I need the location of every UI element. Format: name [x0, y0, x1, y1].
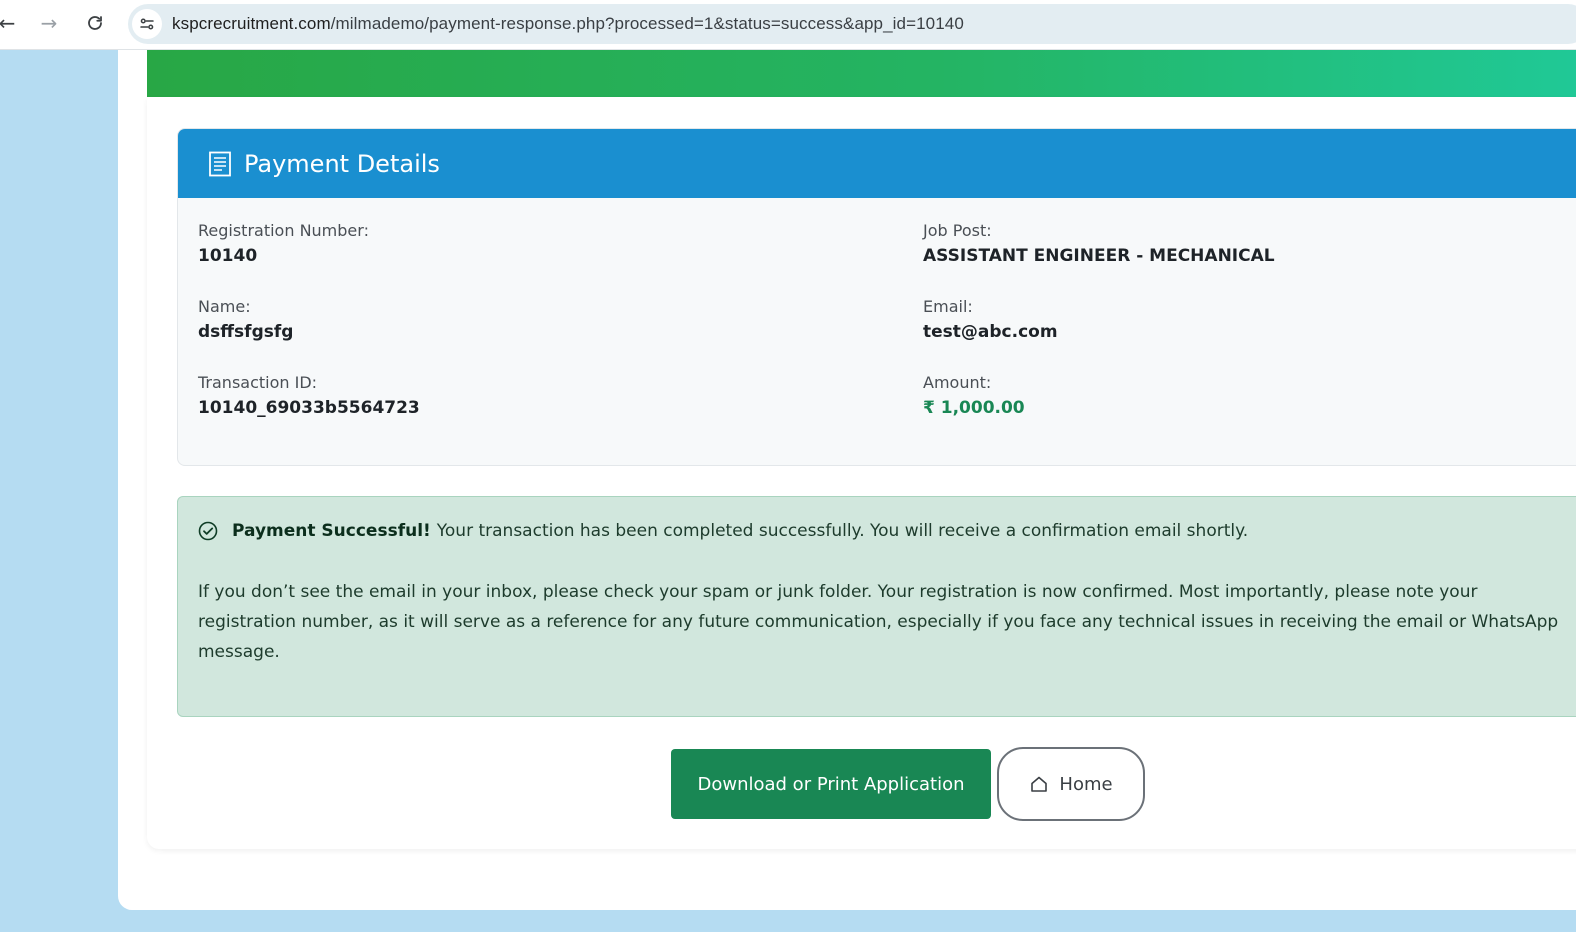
job-post-label: Job Post: — [923, 221, 992, 240]
url-path: /milmademo/payment-response.php?processe… — [330, 14, 964, 33]
address-bar[interactable]: kspcrecruitment.com/milmademo/payment-re… — [128, 4, 1576, 44]
amount-field: Amount: ₹ 1,000.00 — [923, 373, 1025, 418]
registration-number-label: Registration Number: — [198, 221, 369, 240]
alert-message: Your transaction has been completed succ… — [436, 521, 1249, 541]
browser-toolbar: ← → kspcrecruitment.com/milmademo/paymen… — [0, 0, 1576, 50]
job-post-field: Job Post: ASSISTANT ENGINEER - MECHANICA… — [923, 221, 1275, 266]
name-value: dsffsfgsfg — [198, 322, 294, 342]
transaction-id-value: 10140_69033b5564723 — [198, 398, 420, 418]
url-host: kspcrecruitment.com — [172, 14, 331, 33]
home-icon — [1031, 776, 1048, 792]
alert-summary: Payment Successful! Your transaction has… — [198, 521, 1248, 541]
payment-success-alert: Payment Successful! Your transaction has… — [177, 496, 1576, 717]
reload-icon-svg — [88, 16, 102, 30]
back-arrow-icon[interactable]: ← — [0, 8, 22, 38]
amount-value: ₹ 1,000.00 — [923, 398, 1025, 418]
registration-number-value: 10140 — [198, 246, 258, 266]
home-button-label: Home — [1059, 773, 1113, 795]
reload-icon[interactable] — [80, 8, 110, 38]
forward-arrow-icon[interactable]: → — [34, 8, 64, 38]
name-label: Name: — [198, 297, 251, 316]
transaction-id-field: Transaction ID: 10140_69033b5564723 — [198, 373, 420, 418]
transaction-id-label: Transaction ID: — [198, 373, 318, 392]
url-text[interactable]: kspcrecruitment.com/milmademo/payment-re… — [172, 14, 964, 34]
download-print-button[interactable]: Download or Print Application — [671, 749, 991, 819]
site-info-icon[interactable] — [132, 9, 162, 39]
job-post-value: ASSISTANT ENGINEER - MECHANICAL — [923, 246, 1275, 266]
registration-number-field: Registration Number: 10140 — [198, 221, 369, 266]
receipt-icon — [209, 151, 231, 176]
amount-label: Amount: — [923, 373, 992, 392]
payment-details-header: Payment Details — [178, 129, 1576, 198]
email-field: Email: test@abc.com — [923, 297, 1058, 342]
name-field: Name: dsffsfgsfg — [198, 297, 293, 342]
hero-banner — [147, 50, 1576, 97]
home-button[interactable]: Home — [997, 747, 1145, 821]
email-label: Email: — [923, 297, 973, 316]
payment-details-title: Payment Details — [244, 149, 440, 178]
alert-heading: Payment Successful! — [232, 521, 431, 541]
alert-paragraph: If you don’t see the email in your inbox… — [198, 582, 1559, 662]
payment-details-panel: Payment Details Registration Number: 101… — [177, 128, 1576, 466]
check-circle-icon — [198, 521, 218, 541]
email-value: test@abc.com — [923, 322, 1058, 342]
